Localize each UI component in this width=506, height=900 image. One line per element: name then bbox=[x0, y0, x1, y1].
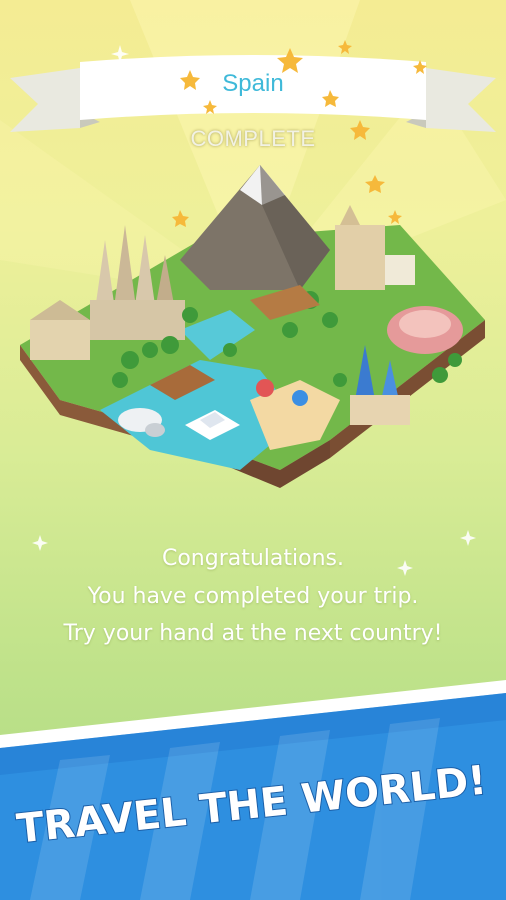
spain-diorama bbox=[20, 165, 485, 488]
congrats-line-2: You have completed your trip. bbox=[87, 584, 419, 609]
congrats-line-3: Try your hand at the next country! bbox=[63, 621, 443, 646]
star-icon bbox=[203, 100, 217, 114]
country-name: Spain bbox=[222, 70, 284, 97]
star-icon bbox=[338, 40, 352, 54]
complete-label: COMPLETE bbox=[190, 126, 316, 151]
congrats-line-1: Congratulations. bbox=[161, 546, 344, 571]
sparkle-icon bbox=[111, 45, 129, 63]
sparkle-icon bbox=[460, 530, 476, 546]
